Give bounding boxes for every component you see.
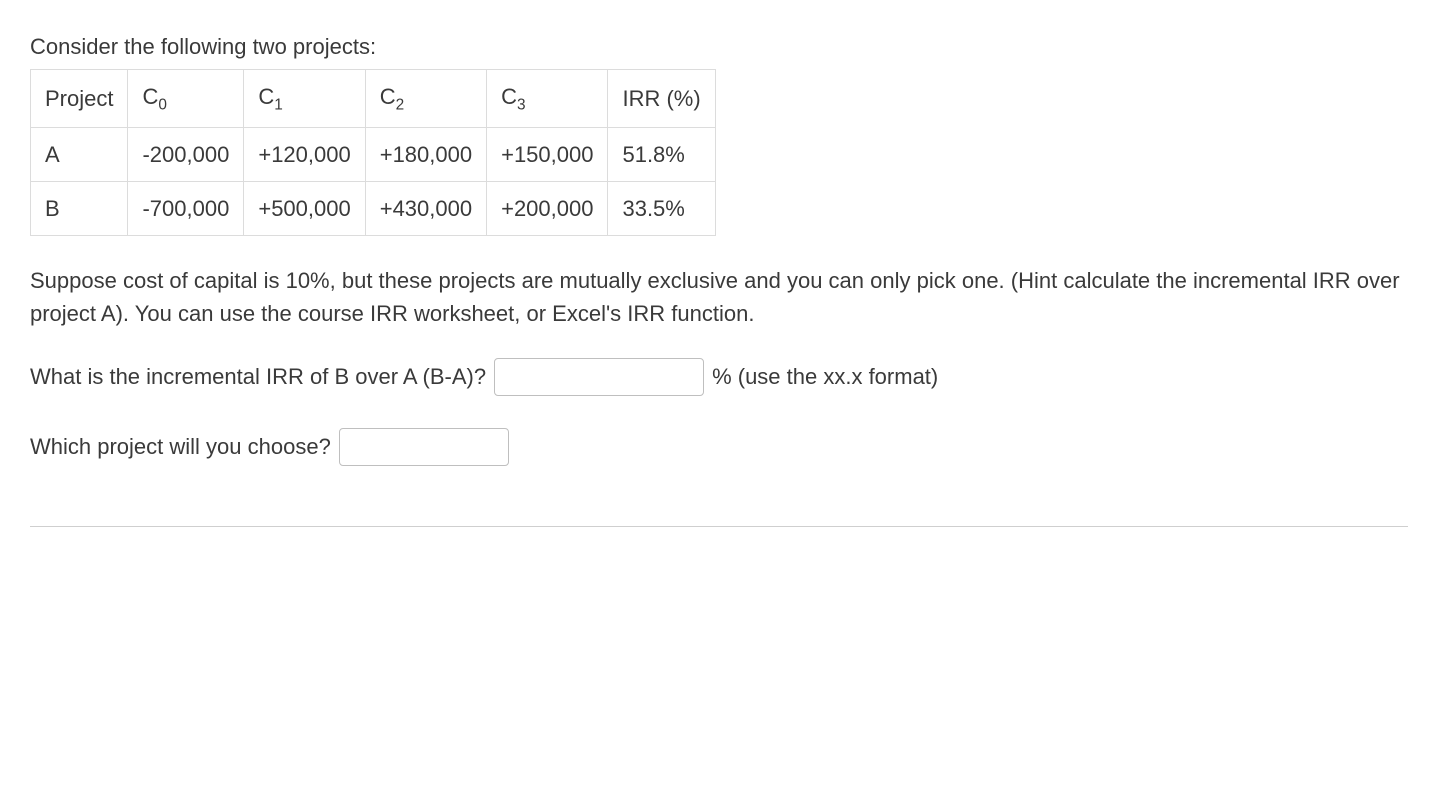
col-c3: C3 xyxy=(487,70,608,128)
cell-irr: 51.8% xyxy=(608,127,715,181)
table-header-row: Project C0 C1 C2 C3 IRR (%) xyxy=(31,70,716,128)
c2-sub: 2 xyxy=(396,96,405,113)
table-row: B -700,000 +500,000 +430,000 +200,000 33… xyxy=(31,181,716,235)
table-row: A -200,000 +120,000 +180,000 +150,000 51… xyxy=(31,127,716,181)
col-c0: C0 xyxy=(128,70,244,128)
c0-base: C xyxy=(142,84,158,109)
col-c1: C1 xyxy=(244,70,365,128)
col-irr: IRR (%) xyxy=(608,70,715,128)
cell-c0: -700,000 xyxy=(128,181,244,235)
cell-project: B xyxy=(31,181,128,235)
c1-base: C xyxy=(258,84,274,109)
cell-c1: +500,000 xyxy=(244,181,365,235)
cell-c3: +150,000 xyxy=(487,127,608,181)
c2-base: C xyxy=(380,84,396,109)
c3-sub: 3 xyxy=(517,96,526,113)
q1-suffix: % (use the xx.x format) xyxy=(712,360,938,393)
c0-sub: 0 xyxy=(158,96,167,113)
question-1: What is the incremental IRR of B over A … xyxy=(30,358,1408,396)
instruction-paragraph: Suppose cost of capital is 10%, but thes… xyxy=(30,264,1408,330)
project-choice-input[interactable] xyxy=(339,428,509,466)
col-c2: C2 xyxy=(365,70,486,128)
q2-prompt: Which project will you choose? xyxy=(30,430,331,463)
cell-c1: +120,000 xyxy=(244,127,365,181)
question-2: Which project will you choose? xyxy=(30,428,1408,466)
col-project: Project xyxy=(31,70,128,128)
q1-prompt: What is the incremental IRR of B over A … xyxy=(30,360,486,393)
divider xyxy=(30,526,1408,527)
cell-project: A xyxy=(31,127,128,181)
c3-base: C xyxy=(501,84,517,109)
c1-sub: 1 xyxy=(274,96,283,113)
cell-irr: 33.5% xyxy=(608,181,715,235)
intro-text: Consider the following two projects: xyxy=(30,30,1408,63)
cell-c0: -200,000 xyxy=(128,127,244,181)
cell-c3: +200,000 xyxy=(487,181,608,235)
incremental-irr-input[interactable] xyxy=(494,358,704,396)
cell-c2: +180,000 xyxy=(365,127,486,181)
projects-table: Project C0 C1 C2 C3 IRR (%) A -200,000 +… xyxy=(30,69,716,236)
cell-c2: +430,000 xyxy=(365,181,486,235)
